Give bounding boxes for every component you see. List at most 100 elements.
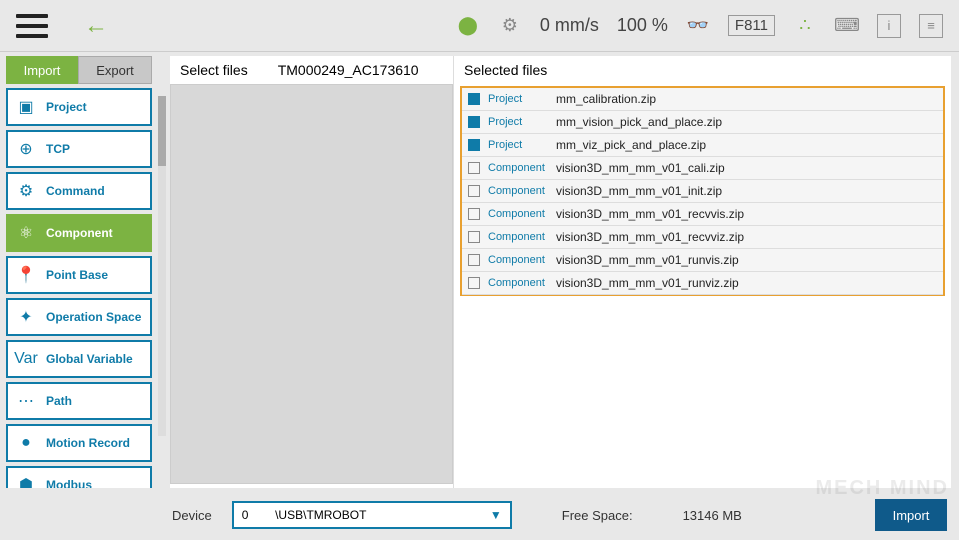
sidebar-icon: ⚛ xyxy=(16,223,36,243)
tab-export[interactable]: Export xyxy=(78,56,152,84)
sidebar-scrollbar[interactable] xyxy=(158,96,166,436)
sidebar-icon: ✦ xyxy=(16,307,36,327)
left-pane-header: Select files TM000249_AC173610 xyxy=(170,56,453,84)
percent-value: 100 % xyxy=(617,15,668,36)
sidebar-icon: ● xyxy=(16,433,36,453)
sidebar-item-operation-space[interactable]: ✦ Operation Space xyxy=(6,298,152,336)
keyboard-icon[interactable]: ⌨ xyxy=(835,14,859,38)
file-type: Project xyxy=(488,116,548,128)
sidebar-item-label: Point Base xyxy=(46,268,108,282)
file-row[interactable]: Project mm_vision_pick_and_place.zip xyxy=(462,111,943,134)
sidebar-icon: ⋯ xyxy=(16,391,36,411)
file-name: mm_viz_pick_and_place.zip xyxy=(556,138,706,152)
sidebar-item-point-base[interactable]: 📍Point Base xyxy=(6,256,152,294)
sidebar-item-global-variable[interactable]: Var Global Variable xyxy=(6,340,152,378)
sidebar-item-project[interactable]: ▣ Project xyxy=(6,88,152,126)
file-type: Component xyxy=(488,231,548,243)
sidebar: Import Export ▣ Project ⊕ TCP ⚙ Command ⚛ Compo… xyxy=(0,52,158,488)
file-type: Component xyxy=(488,162,548,174)
sidebar-item-label: TCP xyxy=(46,142,70,156)
file-name: vision3D_mm_mm_v01_recvvis.zip xyxy=(556,207,744,221)
main-area: Select files TM000249_AC173610 Selected … xyxy=(170,56,951,488)
info-icon[interactable]: i xyxy=(877,14,901,38)
sidebar-item-label: Project xyxy=(46,100,87,114)
content: Import Export ▣ Project ⊕ TCP ⚙ Command ⚛ Compo… xyxy=(0,52,959,488)
file-row[interactable]: Component vision3D_mm_mm_v01_cali.zip xyxy=(462,157,943,180)
sidebar-item-modbus[interactable]: ⬢ Modbus xyxy=(6,466,152,488)
folder-icon xyxy=(468,93,480,105)
file-icon xyxy=(468,277,480,289)
free-space-label: Free Space: xyxy=(562,508,633,523)
file-row[interactable]: Component vision3D_mm_mm_v01_recvviz.zip xyxy=(462,226,943,249)
file-name: vision3D_mm_mm_v01_init.zip xyxy=(556,184,722,198)
right-pane-header: Selected files xyxy=(454,56,951,84)
sidebar-item-label: Component xyxy=(46,226,113,240)
speed-value: 0 mm/s xyxy=(540,15,599,36)
select-files-label: Select files xyxy=(180,62,248,78)
sidebar-icon: ⬢ xyxy=(16,475,36,488)
file-name: mm_calibration.zip xyxy=(556,92,656,106)
topbar-right: ⬤ ⚙ 0 mm/s 100 % 👓 F811 ∴ ⌨ i ≡ xyxy=(456,14,943,38)
selected-files-list: Project mm_calibration.zip Project mm_visio… xyxy=(460,86,945,296)
speed-icon: ⚙ xyxy=(498,14,522,38)
free-space-value: 13146 MB xyxy=(683,508,742,523)
file-row[interactable]: Project mm_calibration.zip xyxy=(462,88,943,111)
file-type: Project xyxy=(488,93,548,105)
sidebar-item-label: Operation Space xyxy=(46,310,141,324)
file-browser[interactable] xyxy=(170,84,453,484)
file-name: vision3D_mm_mm_v01_cali.zip xyxy=(556,161,725,175)
file-type: Component xyxy=(488,277,548,289)
file-icon xyxy=(468,162,480,174)
file-row[interactable]: Project mm_viz_pick_and_place.zip xyxy=(462,134,943,157)
file-type: Component xyxy=(488,208,548,220)
sidebar-item-command[interactable]: ⚙ Command xyxy=(6,172,152,210)
file-type: Component xyxy=(488,185,548,197)
file-icon xyxy=(468,231,480,243)
menu-icon[interactable] xyxy=(16,14,48,38)
file-name: vision3D_mm_mm_v01_recvviz.zip xyxy=(556,230,744,244)
file-icon xyxy=(468,254,480,266)
file-type: Component xyxy=(488,254,548,266)
sidebar-item-label: Global Variable xyxy=(46,352,133,366)
file-icon xyxy=(468,185,480,197)
file-row[interactable]: Componentvision3D_mm_mm_v01_runviz.zip xyxy=(462,272,943,295)
topbar: ← ⬤ ⚙ 0 mm/s 100 % 👓 F811 ∴ ⌨ i ≡ xyxy=(0,0,959,52)
tab-import[interactable]: Import xyxy=(6,56,78,84)
network-icon[interactable]: ∴ xyxy=(793,14,817,38)
glasses-icon: 👓 xyxy=(686,14,710,38)
folder-icon xyxy=(468,116,480,128)
footer: Device 0 \USB\TMROBOT ▼ Free Space: 1314… xyxy=(168,490,951,540)
sidebar-item-label: Motion Record xyxy=(46,436,130,450)
sidebar-item-path[interactable]: ⋯ Path xyxy=(6,382,152,420)
list-icon[interactable]: ≡ xyxy=(919,14,943,38)
file-icon xyxy=(468,208,480,220)
file-name: mm_vision_pick_and_place.zip xyxy=(556,115,722,129)
sidebar-icon: ⚙ xyxy=(16,181,36,201)
device-value: 0 \USB\TMROBOT xyxy=(242,508,367,522)
sidebar-icon: ▣ xyxy=(16,97,36,117)
folder-name: TM000249_AC173610 xyxy=(278,62,419,78)
file-row[interactable]: Component vision3D_mm_mm_v01_runvis.zip xyxy=(462,249,943,272)
import-button[interactable]: Import xyxy=(875,499,947,531)
tab-row: Import Export xyxy=(6,56,152,84)
folder-icon xyxy=(468,139,480,151)
file-row[interactable]: Component vision3D_mm_mm_v01_recvvis.zip xyxy=(462,203,943,226)
file-name: vision3D_mm_mm_v01_runvis.zip xyxy=(556,253,739,267)
sidebar-item-label: Command xyxy=(46,184,105,198)
sidebar-item-tcp[interactable]: ⊕ TCP xyxy=(6,130,152,168)
device-label: Device xyxy=(172,508,212,523)
sidebar-item-label: Modbus xyxy=(46,478,92,488)
sidebar-icon: Var xyxy=(16,349,36,369)
sidebar-icon: ⊕ xyxy=(16,139,36,159)
file-type: Project xyxy=(488,139,548,151)
file-row[interactable]: Component vision3D_mm_mm_v01_init.zip xyxy=(462,180,943,203)
device-select[interactable]: 0 \USB\TMROBOT ▼ xyxy=(232,501,512,529)
sidebar-item-label: Path xyxy=(46,394,72,408)
sidebar-item-component[interactable]: ⚛ Component xyxy=(6,214,152,252)
sidebar-item-motion-record[interactable]: ● Motion Record xyxy=(6,424,152,462)
back-arrow-icon[interactable]: ← xyxy=(84,12,108,40)
selected-files-label: Selected files xyxy=(464,62,547,78)
left-pane: Select files TM000249_AC173610 xyxy=(170,56,454,488)
code-box[interactable]: F811 xyxy=(728,15,775,36)
robot-status-icon[interactable]: ⬤ xyxy=(456,14,480,38)
